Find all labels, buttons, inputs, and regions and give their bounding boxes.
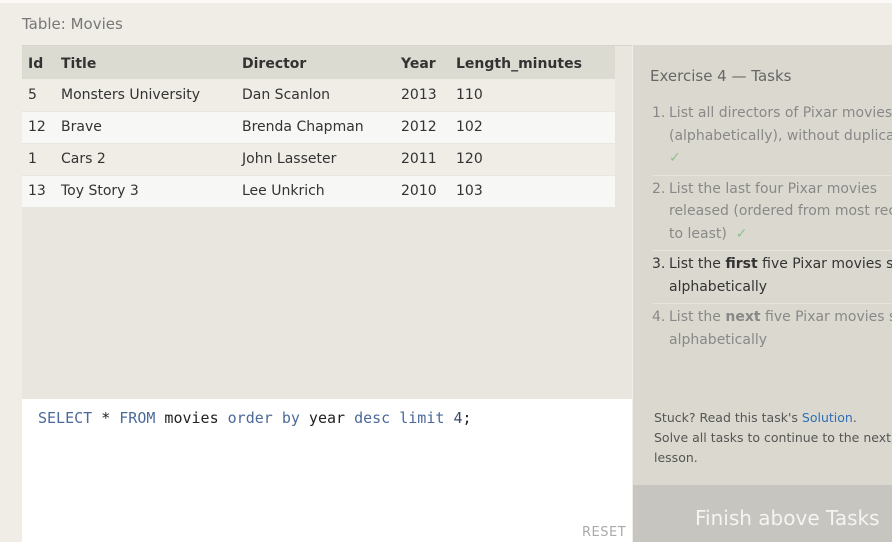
solution-link[interactable]: Solution xyxy=(802,410,853,425)
column-header-title: Title xyxy=(61,55,97,72)
checkmark-icon: ✓ xyxy=(669,150,681,166)
cell-title: Brave xyxy=(61,119,102,135)
column-header-year: Year xyxy=(401,55,436,72)
task-text: (alphabetically), without duplicates xyxy=(669,127,892,144)
task-emphasis: first xyxy=(725,256,758,272)
table-row: 13 Toy Story 3 Lee Unkrich 2010 103 xyxy=(22,175,615,207)
cell-id: 13 xyxy=(28,183,46,199)
cell-id: 12 xyxy=(28,119,46,135)
cell-id: 1 xyxy=(28,151,37,167)
table-row: 5 Monsters University Dan Scanlon 2013 1… xyxy=(22,79,615,111)
task-text: List the last four Pixar movies xyxy=(669,180,878,197)
column-header-length: Length_minutes xyxy=(456,55,582,72)
task-item: 4. List the next five Pixar movies sorte… xyxy=(652,304,892,356)
task-list: 1. List all directors of Pixar movies (a… xyxy=(652,100,892,356)
cell-director: John Lasseter xyxy=(242,151,337,167)
table-caption: Table: Movies xyxy=(22,15,123,33)
results-table-panel: Id Title Director Year Length_minutes 5 … xyxy=(22,45,653,400)
finish-tasks-button[interactable]: Finish above Tasks xyxy=(633,485,892,542)
cell-director: Dan Scanlon xyxy=(242,86,331,103)
task-item: 2. List the last four Pixar movies relea… xyxy=(652,176,892,251)
tasks-panel: Exercise 4 — Tasks 1. List all directors… xyxy=(633,45,892,485)
task-text: to least) xyxy=(669,225,727,242)
column-header-director: Director xyxy=(242,55,307,72)
task-number: 4. xyxy=(652,309,666,325)
column-header-id: Id xyxy=(28,55,44,72)
sql-editor[interactable]: SELECT * FROM movies order by year desc … xyxy=(22,399,632,542)
table-header-row: Id Title Director Year Length_minutes xyxy=(22,46,615,79)
reset-button[interactable]: RESET xyxy=(582,525,626,540)
task-number: 1. xyxy=(652,105,666,121)
task-text: List all directors of Pixar movies xyxy=(669,105,892,121)
cell-length: 103 xyxy=(456,183,483,199)
sql-query-text: SELECT * FROM movies order by year desc … xyxy=(38,409,472,427)
cell-year: 2013 xyxy=(401,86,437,103)
cell-year: 2012 xyxy=(401,119,437,135)
cell-length: 110 xyxy=(456,86,483,103)
top-border xyxy=(0,0,892,3)
task-emphasis: next xyxy=(725,309,761,325)
tasks-title: Exercise 4 — Tasks xyxy=(650,67,792,85)
cell-title: Monsters University xyxy=(61,86,201,103)
cell-length: 102 xyxy=(456,119,483,135)
cell-length: 120 xyxy=(456,151,483,167)
cell-title: Cars 2 xyxy=(61,151,106,167)
table-row: 12 Brave Brenda Chapman 2012 102 xyxy=(22,111,615,143)
cell-title: Toy Story 3 xyxy=(61,183,139,199)
checkmark-icon: ✓ xyxy=(735,225,748,242)
cell-id: 5 xyxy=(28,86,37,103)
task-number: 3. xyxy=(652,256,666,272)
task-text: released (ordered from most recent xyxy=(669,203,892,219)
table-row: 1 Cars 2 John Lasseter 2011 120 xyxy=(22,143,615,175)
stuck-help-text: Stuck? Read this task's Solution. Solve … xyxy=(654,410,892,465)
results-table: Id Title Director Year Length_minutes 5 … xyxy=(22,46,615,208)
task-item: 1. List all directors of Pixar movies (a… xyxy=(652,100,892,176)
cell-director: Brenda Chapman xyxy=(242,119,364,135)
cell-year: 2010 xyxy=(401,183,437,199)
cell-year: 2011 xyxy=(401,151,437,167)
cell-director: Lee Unkrich xyxy=(242,183,325,199)
task-number: 2. xyxy=(652,180,666,197)
task-item-active: 3. List the first five Pixar movies sort… xyxy=(652,251,892,304)
